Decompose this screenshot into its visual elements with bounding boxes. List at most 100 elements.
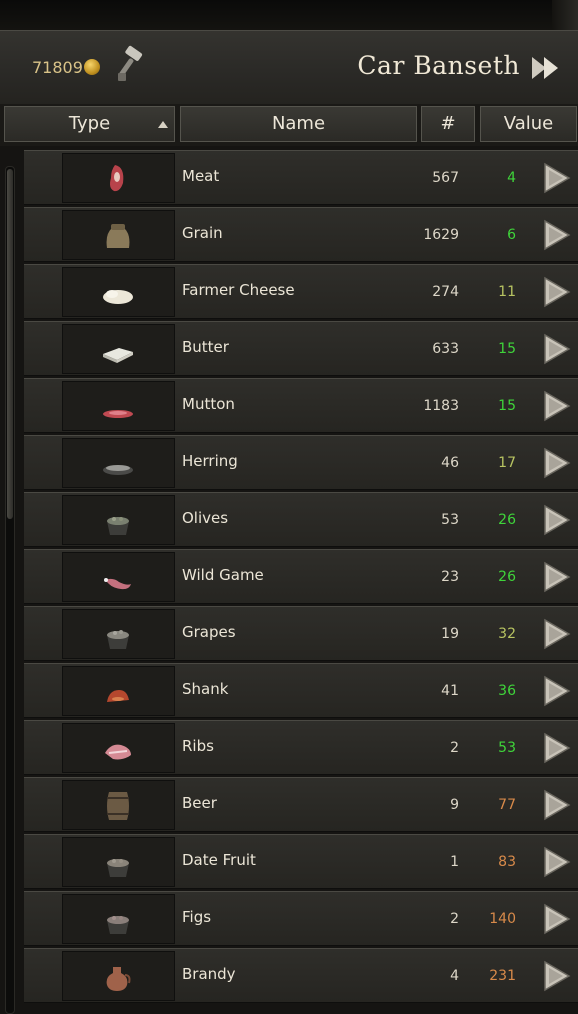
item-icon-frame <box>62 951 175 1001</box>
type-column-label: Type <box>68 113 111 134</box>
item-icon-frame <box>62 837 175 887</box>
jug-icon <box>106 967 131 991</box>
item-count: 567 <box>432 170 459 186</box>
hammer-icon[interactable] <box>112 45 152 85</box>
item-count: 274 <box>432 284 459 300</box>
item-count: 19 <box>441 626 459 642</box>
item-name: Herring <box>182 452 238 470</box>
item-value: 77 <box>498 797 516 813</box>
sort-ascending-icon <box>158 121 168 128</box>
item-icon-frame <box>62 894 175 944</box>
value-column-label: Value <box>503 113 554 134</box>
item-count: 4 <box>450 968 459 984</box>
olive-bucket-icon <box>107 517 129 535</box>
item-value: 231 <box>489 968 516 984</box>
item-count: 46 <box>441 455 459 471</box>
scrollbar[interactable] <box>5 166 15 1014</box>
item-name: Butter <box>182 338 229 356</box>
butter-icon <box>103 348 133 363</box>
transfer-arrow-icon[interactable] <box>541 960 571 992</box>
item-icon-frame <box>62 267 175 317</box>
item-count: 9 <box>450 797 459 813</box>
item-row[interactable]: Farmer Cheese 274 11 <box>24 264 578 319</box>
transfer-arrow-icon[interactable] <box>541 903 571 935</box>
barrel-icon <box>107 792 129 820</box>
row-gutter <box>24 949 62 1002</box>
row-gutter <box>24 322 62 375</box>
row-gutter <box>24 379 62 432</box>
item-value: 15 <box>498 341 516 357</box>
sort-by-name-button[interactable]: Name <box>180 106 417 142</box>
transfer-arrow-icon[interactable] <box>541 504 571 536</box>
item-row[interactable]: Grapes 19 32 <box>24 606 578 661</box>
sort-by-count-button[interactable]: # <box>421 106 475 142</box>
item-row[interactable]: Olives 53 26 <box>24 492 578 547</box>
transfer-arrow-icon[interactable] <box>541 675 571 707</box>
item-row[interactable]: Wild Game 23 26 <box>24 549 578 604</box>
item-name: Grain <box>182 224 223 242</box>
transfer-arrow-icon[interactable] <box>541 447 571 479</box>
next-party-icon[interactable] <box>530 55 564 81</box>
transfer-arrow-icon[interactable] <box>541 276 571 308</box>
grain-sack-icon <box>106 224 130 248</box>
grape-bucket-icon <box>107 630 129 649</box>
transfer-arrow-icon[interactable] <box>541 390 571 422</box>
item-row[interactable]: Figs 2 140 <box>24 891 578 946</box>
row-gutter <box>24 835 62 888</box>
item-name: Farmer Cheese <box>182 281 295 299</box>
item-value: 53 <box>498 740 516 756</box>
item-row[interactable]: Brandy 4 231 <box>24 948 578 1003</box>
name-column-label: Name <box>271 113 326 134</box>
item-value: 11 <box>498 284 516 300</box>
item-name: Date Fruit <box>182 851 256 869</box>
transfer-arrow-icon[interactable] <box>541 846 571 878</box>
item-row[interactable]: Herring 46 17 <box>24 435 578 490</box>
row-gutter <box>24 664 62 717</box>
transfer-arrow-icon[interactable] <box>541 162 571 194</box>
transfer-arrow-icon[interactable] <box>541 789 571 821</box>
item-name: Grapes <box>182 623 236 641</box>
item-count: 2 <box>450 911 459 927</box>
transfer-arrow-icon[interactable] <box>541 732 571 764</box>
transfer-arrow-icon[interactable] <box>541 219 571 251</box>
item-row[interactable]: Date Fruit 1 83 <box>24 834 578 889</box>
item-name: Figs <box>182 908 212 926</box>
item-name: Mutton <box>182 395 235 413</box>
transfer-arrow-icon[interactable] <box>541 561 571 593</box>
item-name: Wild Game <box>182 566 264 584</box>
fish-basket-icon <box>103 465 133 475</box>
date-bucket-icon <box>107 859 129 877</box>
item-value: 26 <box>498 512 516 528</box>
meat-icon <box>110 165 124 192</box>
cheese-icon <box>103 290 133 304</box>
item-count: 23 <box>441 569 459 585</box>
item-row[interactable]: Mutton 1183 15 <box>24 378 578 433</box>
item-value: 6 <box>507 227 516 243</box>
row-gutter <box>24 607 62 660</box>
transfer-arrow-icon[interactable] <box>541 333 571 365</box>
item-name: Shank <box>182 680 229 698</box>
item-row[interactable]: Ribs 2 53 <box>24 720 578 775</box>
item-row[interactable]: Grain 1629 6 <box>24 207 578 262</box>
shank-icon <box>107 690 129 702</box>
item-icon-frame <box>62 210 175 260</box>
inventory-list: Meat 567 4 Grain 1629 6 Farmer Cheese 274 11 Butt… <box>0 146 578 1014</box>
row-gutter <box>24 550 62 603</box>
sort-by-value-button[interactable]: Value <box>480 106 577 142</box>
item-count: 1629 <box>423 227 459 243</box>
item-value: 4 <box>507 170 516 186</box>
item-name: Brandy <box>182 965 236 983</box>
item-row[interactable]: Meat 567 4 <box>24 150 578 205</box>
scrollbar-thumb[interactable] <box>7 169 13 519</box>
gold-coin-icon <box>84 59 100 75</box>
mutton-icon <box>103 410 133 418</box>
item-icon-frame <box>62 153 175 203</box>
item-row[interactable]: Butter 633 15 <box>24 321 578 376</box>
row-gutter <box>24 208 62 261</box>
item-row[interactable]: Shank 41 36 <box>24 663 578 718</box>
item-value: 15 <box>498 398 516 414</box>
transfer-arrow-icon[interactable] <box>541 618 571 650</box>
item-row[interactable]: Beer 9 77 <box>24 777 578 832</box>
item-value: 83 <box>498 854 516 870</box>
sort-by-type-button[interactable]: Type <box>4 106 175 142</box>
